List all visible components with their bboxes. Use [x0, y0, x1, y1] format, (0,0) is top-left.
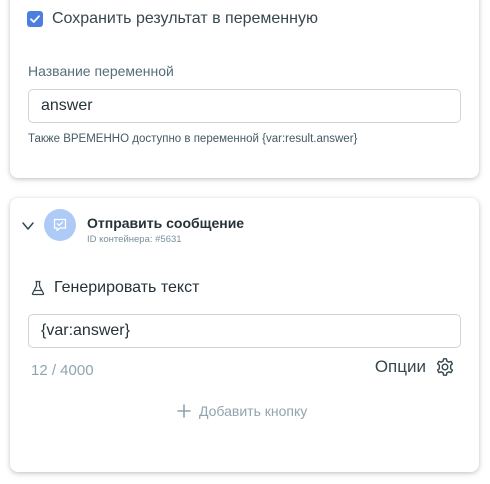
variable-name-label: Название переменной	[28, 63, 174, 79]
save-result-checkbox-row[interactable]: Сохранить результат в переменную	[27, 10, 318, 28]
check-icon	[30, 15, 40, 23]
variable-hint: Также ВРЕМЕННО доступно в переменной {va…	[28, 133, 358, 145]
options-button[interactable]: Опции	[375, 357, 455, 377]
step-avatar	[44, 209, 76, 241]
add-button[interactable]: Добавить кнопку	[177, 403, 307, 419]
variable-name-input[interactable]: answer	[28, 89, 461, 123]
variable-name-value[interactable]: answer	[41, 97, 93, 115]
generate-text-label[interactable]: Генерировать текст	[54, 279, 199, 297]
send-message-step-card: Отправить сообщение ID контейнера: #5631…	[10, 198, 479, 472]
gear-icon[interactable]	[435, 357, 455, 377]
plus-icon	[177, 404, 191, 418]
generate-text-toggle[interactable]: Генерировать текст	[30, 279, 199, 297]
flask-icon	[31, 280, 45, 296]
save-result-checkbox[interactable]	[27, 11, 43, 27]
add-button-label[interactable]: Добавить кнопку	[199, 403, 307, 419]
char-counter: 12 / 4000	[31, 362, 94, 379]
message-input[interactable]: {var:answer}	[28, 314, 461, 348]
message-check-icon	[53, 218, 67, 232]
options-label[interactable]: Опции	[375, 357, 426, 377]
container-id: ID контейнера: #5631	[87, 234, 182, 245]
save-result-label[interactable]: Сохранить результат в переменную	[52, 10, 318, 28]
save-result-card: Сохранить результат в переменную Названи…	[10, 0, 479, 178]
message-value[interactable]: {var:answer}	[41, 322, 130, 340]
step-title: Отправить сообщение	[87, 215, 245, 231]
chevron-down-icon[interactable]	[21, 220, 35, 232]
